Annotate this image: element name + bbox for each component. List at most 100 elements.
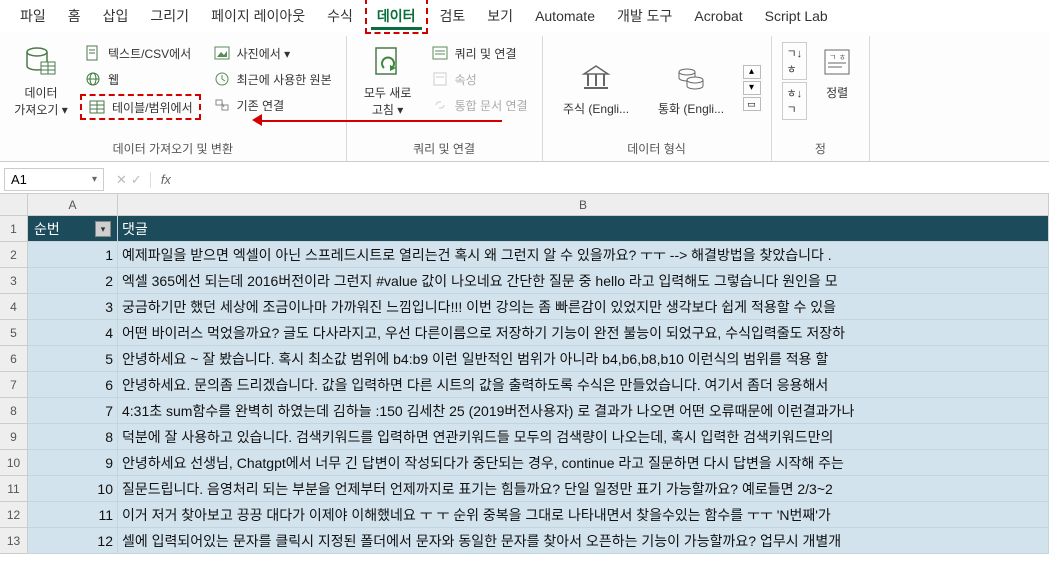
name-box[interactable]: A1 ▾ <box>4 168 104 191</box>
menu-acrobat[interactable]: Acrobat <box>684 2 752 30</box>
currency-datatype-button[interactable]: 통화 (Engli... <box>644 56 739 121</box>
sort-desc-button[interactable]: ㅎ↓ㄱ <box>782 82 808 120</box>
menu-view[interactable]: 보기 <box>477 0 523 32</box>
row-header-1[interactable]: 1 <box>0 216 28 242</box>
cell-comment[interactable]: 엑셀 365에선 되는데 2016버전이라 그런지 #value 값이 나오네요… <box>118 268 1049 294</box>
from-table-range-button[interactable]: 테이블/범위에서 <box>80 94 201 120</box>
sort-button[interactable]: ㄱ ㅎ 정렬 <box>811 40 863 136</box>
filter-button-seq[interactable]: ▾ <box>95 221 111 237</box>
menu-data[interactable]: 데이터 <box>365 0 428 34</box>
col-header-B[interactable]: B <box>118 194 1049 216</box>
row-header[interactable]: 11 <box>0 476 28 502</box>
table-icon <box>88 98 106 116</box>
database-icon <box>23 44 59 80</box>
sort-icon: ㄱ ㅎ <box>819 44 855 80</box>
row-header[interactable]: 9 <box>0 424 28 450</box>
refresh-icon <box>370 44 406 80</box>
cell-seq[interactable]: 11 <box>28 502 118 528</box>
table-row: 6 5 안녕하세요 ~ 잘 봤습니다. 혹시 최소값 범위에 b4:b9 이런 … <box>0 346 1049 372</box>
existing-connections-button[interactable]: 기존 연결 <box>209 94 336 116</box>
row-header[interactable]: 2 <box>0 242 28 268</box>
queries-connections-button[interactable]: 쿼리 및 연결 <box>427 42 532 64</box>
cell-comment[interactable]: 질문드립니다. 음영처리 되는 부분을 언제부터 언제까지로 표기는 힘들까요?… <box>118 476 1049 502</box>
row-header[interactable]: 13 <box>0 528 28 554</box>
sheet-body: 1 순번 ▾ 댓글 2 1 예제파일을 받으면 엑셀이 아닌 스프레드시트로 열… <box>0 216 1049 575</box>
row-header[interactable]: 4 <box>0 294 28 320</box>
stocks-datatype-button[interactable]: 주식 (Engli... <box>549 56 644 121</box>
cell-seq[interactable]: 12 <box>28 528 118 554</box>
from-picture-label: 사진에서 ▾ <box>237 45 291 62</box>
row-header[interactable]: 5 <box>0 320 28 346</box>
cell-seq[interactable]: 9 <box>28 450 118 476</box>
cell-seq[interactable]: 3 <box>28 294 118 320</box>
row-header[interactable]: 3 <box>0 268 28 294</box>
header-cell-comment[interactable]: 댓글 <box>118 216 1049 242</box>
svg-text:ㄱ ㅎ: ㄱ ㅎ <box>829 53 846 62</box>
cell-comment[interactable]: 4:31초 sum함수를 완벽히 하였는데 김하늘 :150 김세찬 25 (2… <box>118 398 1049 424</box>
cell-comment[interactable]: 안녕하세요 선생님, Chatgpt에서 너무 긴 답변이 작성되다가 중단되는… <box>118 450 1049 476</box>
recent-sources-button[interactable]: 최근에 사용한 원본 <box>209 68 336 90</box>
coins-icon <box>673 60 709 96</box>
properties-button: 속성 <box>427 68 532 90</box>
menu-insert[interactable]: 삽입 <box>93 0 139 32</box>
menubar: 파일 홈 삽입 그리기 페이지 레이아웃 수식 데이터 검토 보기 Automa… <box>0 0 1049 32</box>
menu-review[interactable]: 검토 <box>430 0 476 32</box>
menu-scriptlab[interactable]: Script Lab <box>755 2 838 30</box>
cell-seq[interactable]: 4 <box>28 320 118 346</box>
menu-formulas[interactable]: 수식 <box>317 0 363 32</box>
cell-seq[interactable]: 10 <box>28 476 118 502</box>
row-header[interactable]: 8 <box>0 398 28 424</box>
cell-comment[interactable]: 이거 저거 찾아보고 끙끙 대다가 이제야 이해했네요 ㅜ ㅜ 순위 중복을 그… <box>118 502 1049 528</box>
row-header[interactable]: 10 <box>0 450 28 476</box>
menu-developer[interactable]: 개발 도구 <box>607 0 682 32</box>
name-box-dropdown-icon[interactable]: ▾ <box>92 174 97 185</box>
cell-seq[interactable]: 8 <box>28 424 118 450</box>
sort-asc-button[interactable]: ㄱ↓ㅎ <box>782 42 808 80</box>
col-header-A[interactable]: A <box>28 194 118 216</box>
from-picture-button[interactable]: 사진에서 ▾ <box>209 42 336 64</box>
fx-icon[interactable]: fx <box>155 172 177 187</box>
cell-comment[interactable]: 궁금하기만 했던 세상에 조금이나마 가까워진 느낌입니다!!! 이번 강의는 … <box>118 294 1049 320</box>
formula-input[interactable] <box>177 177 1049 183</box>
table-row: 8 7 4:31초 sum함수를 완벽히 하였는데 김하늘 :150 김세찬 2… <box>0 398 1049 424</box>
from-text-csv-label: 텍스트/CSV에서 <box>108 45 191 62</box>
cell-comment[interactable]: 어떤 바이러스 먹었을까요? 글도 다사라지고, 우선 다른이름으로 저장하기 … <box>118 320 1049 346</box>
datatype-gallery-nav[interactable]: ▴ ▾ ▭ <box>739 61 765 115</box>
header-cell-seq[interactable]: 순번 ▾ <box>28 216 118 242</box>
workbook-links-label: 통합 문서 연결 <box>455 97 528 114</box>
row-header[interactable]: 6 <box>0 346 28 372</box>
from-web-label: 웹 <box>108 71 119 88</box>
menu-home[interactable]: 홈 <box>58 0 91 32</box>
ribbon-group-get-transform: 데이터 가져오기 ▾ 텍스트/CSV에서 웹 테이블/범위에서 <box>0 36 347 161</box>
from-web-button[interactable]: 웹 <box>80 68 201 90</box>
table-row: 11 10 질문드립니다. 음영처리 되는 부분을 언제부터 언제까지로 표기는… <box>0 476 1049 502</box>
menu-automate[interactable]: Automate <box>525 2 605 30</box>
get-data-button[interactable]: 데이터 가져오기 ▾ <box>6 40 76 136</box>
workbook-links-button: 통합 문서 연결 <box>427 94 532 116</box>
group2-title: 쿼리 및 연결 <box>353 136 536 159</box>
menu-pagelayout[interactable]: 페이지 레이아웃 <box>201 0 315 32</box>
from-text-csv-button[interactable]: 텍스트/CSV에서 <box>80 42 201 64</box>
cell-seq[interactable]: 1 <box>28 242 118 268</box>
row-header[interactable]: 7 <box>0 372 28 398</box>
cell-comment[interactable]: 예제파일을 받으면 엑셀이 아닌 스프레드시트로 열리는건 혹시 왜 그런지 알… <box>118 242 1049 268</box>
cell-comment[interactable]: 덕분에 잘 사용하고 있습니다. 검색키워드를 입력하면 연관키워드들 모두의 … <box>118 424 1049 450</box>
cell-comment[interactable]: 안녕하세요 ~ 잘 봤습니다. 혹시 최소값 범위에 b4:b9 이런 일반적인… <box>118 346 1049 372</box>
menu-file[interactable]: 파일 <box>10 0 56 32</box>
select-all-corner[interactable] <box>0 194 28 216</box>
recent-sources-label: 최근에 사용한 원본 <box>237 71 332 88</box>
header-seq-label: 순번 <box>34 216 60 242</box>
connection-icon <box>213 96 231 114</box>
formula-buttons: ✕ ✓ <box>108 172 151 188</box>
refresh-all-label: 모두 새로 고침 ▾ <box>364 84 412 118</box>
cell-seq[interactable]: 5 <box>28 346 118 372</box>
cell-comment[interactable]: 셀에 입력되어있는 문자를 클릭시 지정된 폴더에서 문자와 동일한 문자를 찾… <box>118 528 1049 554</box>
cell-seq[interactable]: 2 <box>28 268 118 294</box>
cell-seq[interactable]: 7 <box>28 398 118 424</box>
group3-title: 데이터 형식 <box>549 136 765 159</box>
ribbon-group-sort: ㄱ↓ㅎ ㅎ↓ㄱ ㄱ ㅎ 정렬 정 <box>772 36 871 161</box>
row-header[interactable]: 12 <box>0 502 28 528</box>
cell-comment[interactable]: 안녕하세요. 문의좀 드리겠습니다. 값을 입력하면 다른 시트의 값을 출력하… <box>118 372 1049 398</box>
menu-draw[interactable]: 그리기 <box>140 0 199 32</box>
cell-seq[interactable]: 6 <box>28 372 118 398</box>
